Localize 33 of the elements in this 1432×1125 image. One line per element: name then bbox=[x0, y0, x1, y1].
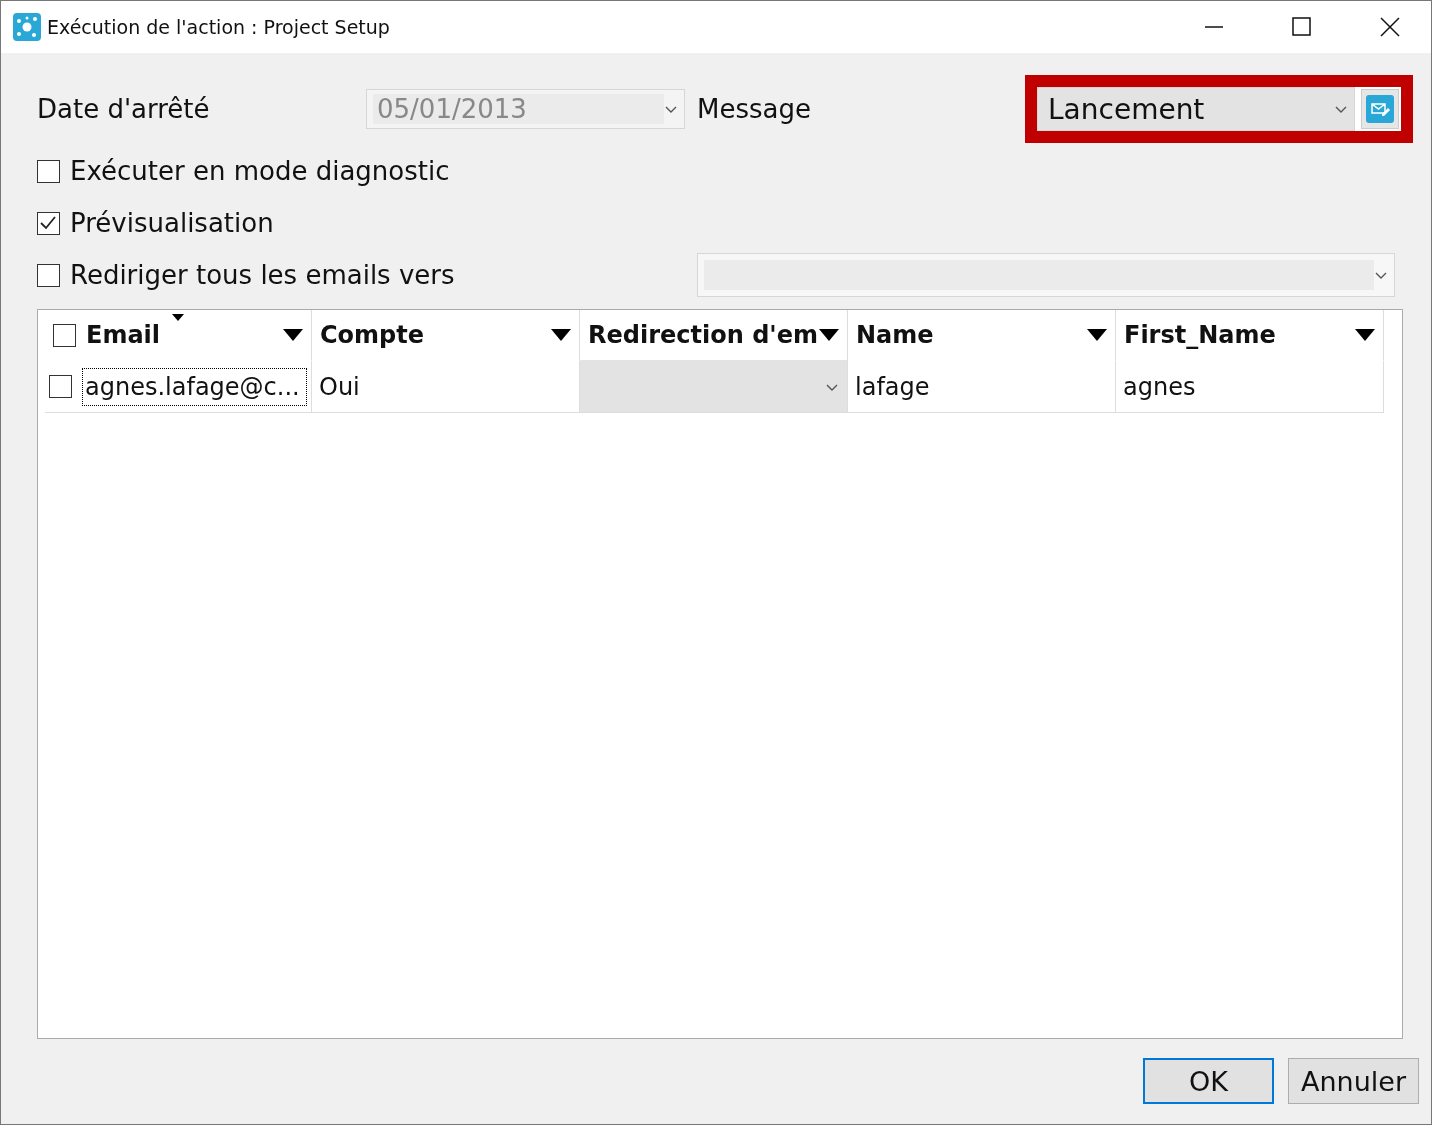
dropdown-triangle-icon[interactable] bbox=[283, 329, 303, 341]
dropdown-triangle-icon[interactable] bbox=[819, 329, 839, 341]
checkbox[interactable] bbox=[37, 159, 60, 183]
checkbox[interactable] bbox=[37, 263, 60, 287]
edit-message-button[interactable] bbox=[1361, 89, 1399, 129]
table-cell-text: agnes bbox=[1122, 371, 1197, 403]
close-icon bbox=[1380, 17, 1400, 37]
chevron-down-icon bbox=[664, 104, 678, 114]
message-dropdown[interactable]: Lancement bbox=[1037, 87, 1355, 131]
minimize-icon bbox=[1204, 26, 1224, 28]
checkbox[interactable] bbox=[53, 323, 76, 347]
maximize-icon bbox=[1292, 17, 1312, 37]
checkbox[interactable] bbox=[49, 375, 72, 398]
dropdown-triangle-icon[interactable] bbox=[1087, 329, 1107, 341]
table-cell: agnes.lafage@c... bbox=[82, 367, 307, 406]
message-label: Message bbox=[697, 94, 811, 124]
chevron-down-icon bbox=[1374, 270, 1388, 280]
dialog-button[interactable]: Annuler bbox=[1288, 1058, 1419, 1104]
dropdown-cell[interactable] bbox=[580, 360, 848, 412]
chevron-down-icon bbox=[1334, 104, 1348, 114]
checkbox[interactable] bbox=[37, 211, 60, 235]
checkbox-label[interactable]: Prévisualisation bbox=[37, 208, 274, 238]
table-cell-text: Oui bbox=[318, 371, 361, 403]
app-logo-icon bbox=[13, 13, 41, 41]
checkbox-label[interactable]: Rediriger tous les emails vers bbox=[37, 260, 455, 290]
date-label: Date d'arrêté bbox=[37, 94, 211, 124]
envelope-pencil-icon bbox=[1366, 95, 1394, 123]
dialog-button[interactable]: OK bbox=[1143, 1058, 1274, 1104]
table-cell-text: lafage bbox=[854, 371, 931, 403]
window-title: Exécution de l'action : Project Setup bbox=[47, 16, 391, 38]
dropdown-triangle-icon[interactable] bbox=[1355, 329, 1375, 341]
dropdown-triangle-icon[interactable] bbox=[551, 329, 571, 341]
checkbox-label[interactable]: Exécuter en mode diagnostic bbox=[37, 156, 450, 186]
